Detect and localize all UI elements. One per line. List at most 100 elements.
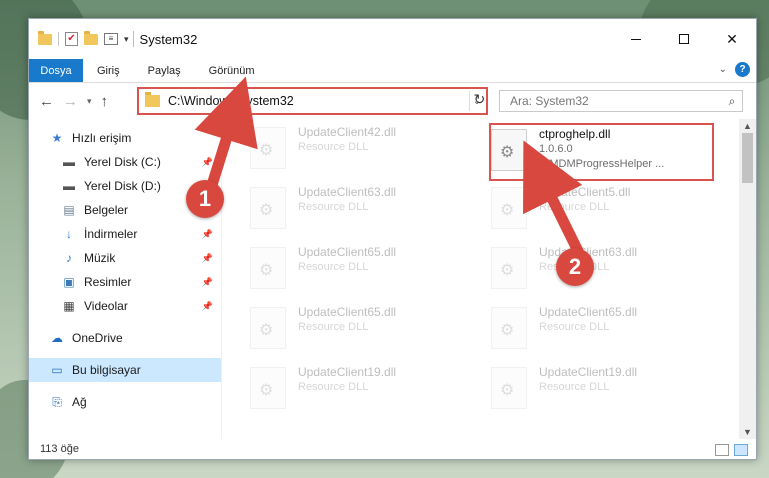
file-name: UpdateClient42.dll (298, 125, 397, 139)
file-type: Resource DLL (298, 261, 369, 273)
minimize-icon (631, 38, 641, 40)
forward-arrow-icon[interactable]: → (63, 93, 78, 110)
sidebar-item-label: Belgeler (84, 203, 129, 217)
tiles-view-icon[interactable] (734, 444, 748, 456)
file-type: Resource DLL (298, 321, 369, 333)
tab-file[interactable]: Dosya (29, 59, 83, 82)
sidebar-item-disk-c[interactable]: ▬ Yerel Disk (C:) 📌 (29, 150, 221, 174)
dll-file-icon (250, 367, 286, 409)
search-input[interactable]: Ara: System32 (500, 94, 722, 108)
file-item[interactable]: UpdateClient19.dll Resource DLL (491, 363, 711, 413)
file-type: Resource DLL (539, 381, 610, 393)
scroll-up-icon[interactable]: ▲ (739, 121, 756, 131)
sidebar-item-label: OneDrive (72, 331, 123, 345)
help-icon[interactable]: ? (735, 62, 750, 77)
drive-icon: ▬ (63, 155, 75, 169)
sidebar-item-label: Müzik (84, 251, 116, 265)
sidebar-item-onedrive[interactable]: ☁ OneDrive (29, 326, 221, 350)
tab-view[interactable]: Görünüm (195, 59, 269, 82)
drive-icon: ▬ (63, 179, 75, 193)
file-item[interactable]: UpdateClient63.dll Resource DLL (250, 183, 470, 233)
customize-toolbar-icon[interactable]: ▾ (124, 34, 129, 45)
properties-checkmark-icon[interactable]: ✔ (65, 32, 78, 46)
sidebar-item-downloads[interactable]: ↓ İndirmeler 📌 (29, 222, 221, 246)
pin-icon: 📌 (201, 276, 213, 287)
back-arrow-icon[interactable]: ← (39, 93, 54, 110)
file-name: UpdateClient19.dll (298, 365, 397, 379)
dll-file-icon (250, 307, 286, 349)
address-path[interactable]: C:\Windows\System32 (168, 94, 468, 108)
pictures-icon: ▣ (63, 275, 75, 289)
maximize-button[interactable] (660, 19, 708, 59)
file-type: Resource DLL (298, 141, 369, 153)
title-bar: ✔ ≡ ▾ System32 ✕ (29, 19, 756, 59)
document-icon: ▤ (63, 203, 75, 217)
file-item[interactable]: UpdateClient42.dll Resource DLL (250, 123, 470, 173)
ribbon-right: ⌄ ? (719, 62, 750, 77)
refresh-icon[interactable]: ↻ (469, 91, 489, 111)
file-list: UpdateClient42.dll Resource DLL UpdateCl… (222, 119, 756, 439)
callout-badge-1: 1 (186, 180, 224, 218)
pin-icon: 📌 (201, 156, 213, 167)
main-area: ★ Hızlı erişim ▬ Yerel Disk (C:) 📌 ▬ Yer… (29, 119, 756, 439)
navigation-buttons: ← → ▾ ↑ (29, 93, 137, 110)
pin-icon: 📌 (201, 300, 213, 311)
file-name: UpdateClient63.dll (298, 185, 397, 199)
file-item[interactable]: UpdateClient19.dll Resource DLL (250, 363, 470, 413)
minimize-button[interactable] (612, 19, 660, 59)
vertical-scrollbar[interactable]: ▲ ▼ (739, 119, 756, 439)
details-view-icon[interactable] (715, 444, 729, 456)
sidebar-item-label: Videolar (84, 299, 128, 313)
window-controls: ✕ (612, 19, 756, 59)
sidebar-item-quick-access[interactable]: ★ Hızlı erişim (29, 126, 221, 150)
file-type: Resource DLL (298, 381, 369, 393)
sidebar-item-videos[interactable]: ▦ Videolar 📌 (29, 294, 221, 318)
file-item[interactable]: UpdateClient5.dll Resource DLL (491, 183, 711, 233)
search-box[interactable]: Ara: System32 ⌕ (499, 90, 743, 112)
view-toggles (715, 444, 748, 456)
callout-badge-2: 2 (556, 248, 594, 286)
scroll-down-icon[interactable]: ▼ (739, 427, 756, 437)
file-item[interactable]: UpdateClient65.dll Resource DLL (491, 303, 711, 353)
tab-share[interactable]: Paylaş (134, 59, 195, 82)
file-item[interactable]: UpdateClient65.dll Resource DLL (250, 243, 470, 293)
new-folder-icon[interactable] (84, 30, 98, 45)
pin-icon: 📌 (201, 228, 213, 239)
sidebar-item-pictures[interactable]: ▣ Resimler 📌 (29, 270, 221, 294)
sidebar-item-label: Hızlı erişim (72, 131, 132, 145)
network-icon: ⎘ (52, 394, 62, 409)
address-bar[interactable]: C:\Windows\System32 ⌄ (137, 87, 488, 115)
file-name: UpdateClient65.dll (298, 245, 397, 259)
up-arrow-icon[interactable]: ↑ (101, 93, 109, 110)
folder-icon (38, 30, 52, 45)
file-name: UpdateClient65.dll (298, 305, 397, 319)
expand-ribbon-icon[interactable]: ⌄ (719, 64, 727, 75)
file-item[interactable]: UpdateClient65.dll Resource DLL (250, 303, 470, 353)
close-button[interactable]: ✕ (708, 19, 756, 59)
sidebar-item-music[interactable]: ♪ Müzik 📌 (29, 246, 221, 270)
folder-icon (145, 92, 160, 107)
quick-access-toolbar: ✔ ≡ ▾ (29, 30, 129, 46)
download-icon: ↓ (66, 227, 72, 241)
sidebar-item-network[interactable]: ⎘ Ağ (29, 390, 221, 414)
sidebar-item-this-pc[interactable]: ▭ Bu bilgisayar (29, 358, 221, 382)
tab-home[interactable]: Giriş (83, 59, 134, 82)
recent-locations-icon[interactable]: ▾ (87, 96, 92, 107)
file-item[interactable]: UpdateClient63.dll Resource DLL (491, 243, 711, 293)
star-icon: ★ (51, 131, 63, 145)
sidebar-item-label: Bu bilgisayar (72, 363, 141, 377)
dll-file-icon (250, 187, 286, 229)
scrollbar-thumb[interactable] (742, 133, 753, 183)
video-icon: ▦ (63, 299, 75, 313)
properties-icon[interactable]: ≡ (104, 33, 118, 45)
file-type: Resource DLL (539, 321, 610, 333)
window-title: System32 (139, 31, 198, 47)
pin-icon: 📌 (201, 252, 213, 263)
dll-file-icon (491, 367, 527, 409)
dll-file-icon (250, 127, 286, 169)
sidebar-item-label: Yerel Disk (C:) (84, 155, 161, 169)
search-icon[interactable]: ⌕ (722, 94, 742, 109)
